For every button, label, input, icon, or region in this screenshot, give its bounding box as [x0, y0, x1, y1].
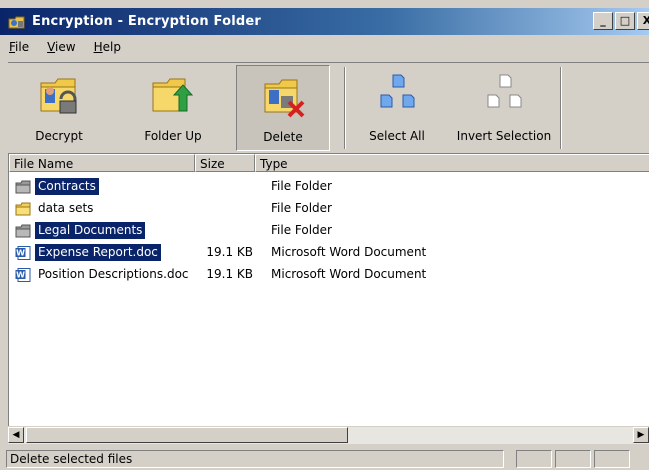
file-name: Legal Documents	[35, 222, 146, 239]
encrypted-folder-icon	[15, 180, 33, 194]
file-name: Position Descriptions.doc	[38, 267, 189, 281]
file-size: 19.1 KB	[206, 267, 253, 281]
column-header-type[interactable]: Type	[255, 154, 649, 172]
folder-up-button[interactable]: Folder Up	[128, 65, 218, 149]
column-header-name[interactable]: File Name	[9, 154, 195, 172]
folder-lock-icon	[35, 71, 83, 119]
file-row[interactable]: Contracts File Folder	[9, 176, 649, 196]
encrypted-folder-icon	[15, 224, 33, 238]
file-name-cell[interactable]: Legal Documents	[15, 222, 146, 239]
file-type: Microsoft Word Document	[271, 267, 427, 281]
toolbar-separator	[560, 67, 562, 149]
delete-label: Delete	[263, 130, 303, 144]
file-name-cell[interactable]: data sets	[15, 200, 96, 217]
file-name: data sets	[38, 201, 94, 215]
decrypt-label: Decrypt	[35, 129, 83, 143]
invert-selection-label: Invert Selection	[456, 129, 552, 143]
file-row[interactable]: W Position Descriptions.doc 19.1 KB Microso…	[9, 264, 649, 284]
status-panel	[594, 450, 630, 468]
scroll-right-button[interactable]: ▶	[633, 427, 649, 443]
file-name: Contracts	[35, 178, 99, 195]
file-size	[189, 178, 253, 195]
horizontal-scrollbar[interactable]: ◀ ▶	[8, 426, 649, 444]
app-window: Encryption - Encryption Folder _ □ X Fil…	[0, 0, 649, 470]
file-size	[189, 200, 253, 217]
status-text: Delete selected files	[6, 450, 504, 468]
file-name-cell[interactable]: W Expense Report.doc	[15, 244, 161, 261]
scroll-thumb[interactable]	[26, 427, 348, 443]
select-all-button[interactable]: Select All	[352, 65, 442, 149]
folder-up-arrow-icon	[149, 71, 197, 119]
maximize-button[interactable]: □	[615, 12, 635, 30]
file-name: Expense Report.doc	[35, 244, 161, 261]
menu-bar: File View Help	[0, 36, 136, 58]
folder-up-label: Folder Up	[144, 129, 202, 143]
file-list[interactable]: File Name Size Type Contracts File Folder…	[8, 153, 649, 443]
menu-view[interactable]: View	[44, 39, 78, 55]
toolbar-separator	[344, 67, 346, 149]
file-type: Microsoft Word Document	[271, 245, 427, 259]
menu-file[interactable]: File	[6, 39, 32, 55]
file-type: File Folder	[271, 179, 332, 193]
file-size	[189, 222, 253, 239]
file-name-cell[interactable]: Contracts	[15, 178, 99, 195]
column-header-size[interactable]: Size	[195, 154, 255, 172]
svg-text:W: W	[16, 248, 25, 257]
file-type: File Folder	[271, 201, 332, 215]
window-title: Encryption - Encryption Folder	[32, 14, 262, 29]
word-document-icon: W	[15, 245, 33, 260]
select-all-icon	[373, 71, 421, 119]
select-all-label: Select All	[369, 129, 425, 143]
status-panel	[516, 450, 552, 468]
scroll-left-button[interactable]: ◀	[8, 427, 24, 443]
decrypt-button[interactable]: Decrypt	[14, 65, 104, 149]
toolbar: Decrypt Folder Up Delete Select All Inve…	[8, 62, 649, 154]
file-row[interactable]: data sets File Folder	[9, 198, 649, 218]
menu-help[interactable]: Help	[91, 39, 124, 55]
file-size: 19.1 KB	[206, 245, 253, 259]
file-name-cell[interactable]: W Position Descriptions.doc	[15, 266, 192, 283]
status-panel	[555, 450, 591, 468]
invert-selection-button[interactable]: Invert Selection	[450, 65, 558, 149]
file-type: File Folder	[271, 223, 332, 237]
folder-delete-icon	[259, 72, 307, 120]
delete-button[interactable]: Delete	[236, 65, 330, 151]
file-row[interactable]: Legal Documents File Folder	[9, 220, 649, 240]
close-button[interactable]: X	[637, 12, 649, 30]
app-icon	[8, 13, 26, 31]
title-bar[interactable]: Encryption - Encryption Folder _ □ X	[0, 8, 649, 35]
word-document-icon: W	[15, 267, 33, 282]
folder-icon	[15, 202, 33, 216]
file-row[interactable]: W Expense Report.doc 19.1 KB Microsoft Word…	[9, 242, 649, 262]
minimize-button[interactable]: _	[593, 12, 613, 30]
svg-text:W: W	[16, 270, 25, 279]
list-header: File Name Size Type	[9, 154, 649, 174]
invert-selection-icon	[480, 71, 528, 119]
status-bar: Delete selected files	[0, 448, 649, 470]
